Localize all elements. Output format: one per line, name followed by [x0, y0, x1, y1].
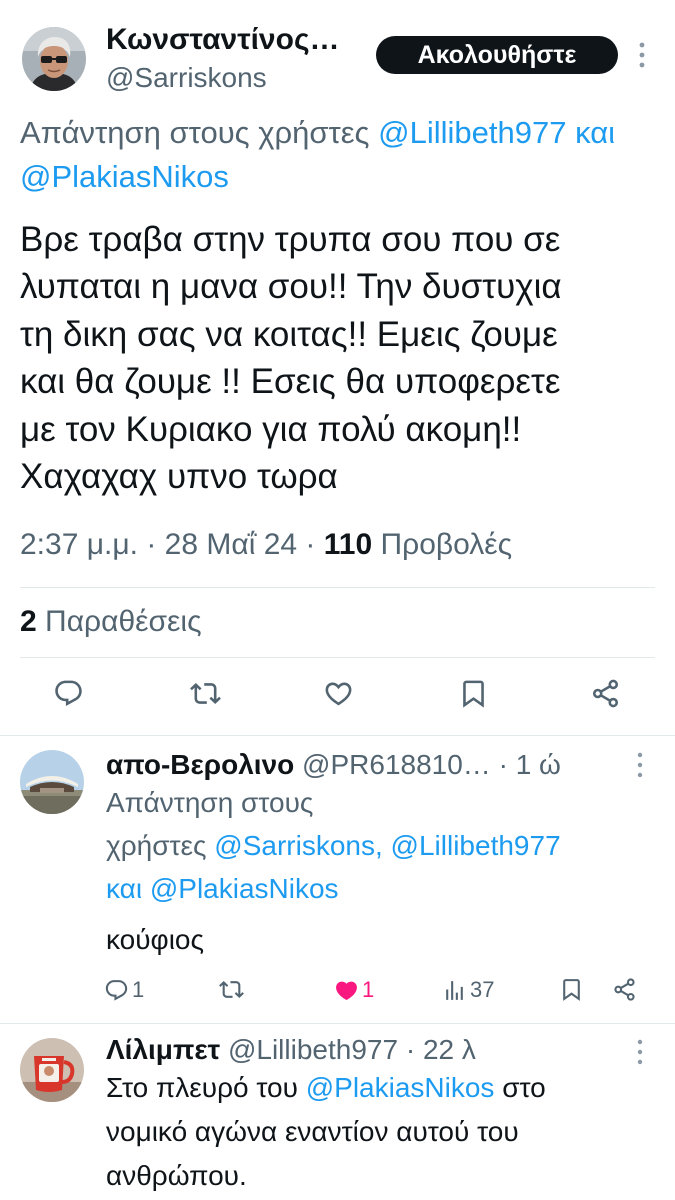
more-vertical-icon — [639, 42, 645, 68]
like-button[interactable]: 1 — [334, 977, 374, 1003]
divider — [20, 587, 655, 588]
reply-context: Απάντηση στους χρήστες @Lillibeth977 και… — [20, 111, 615, 199]
more-vertical-icon — [637, 752, 643, 778]
views-label: Προβολές — [380, 528, 513, 561]
follow-button[interactable]: Ακολουθήστε — [376, 36, 618, 74]
divider — [0, 1023, 675, 1024]
tweet-text: Βρε τραβα στην τρυπα σου που σε λυπαται … — [20, 216, 562, 500]
like-icon — [325, 682, 352, 706]
reply-text-segment: Στο πλευρό του — [106, 1072, 298, 1103]
mention-link[interactable]: @PlakiasNikos — [306, 1072, 495, 1103]
avatar-mug-icon — [20, 1038, 84, 1102]
bookmark-icon — [463, 680, 484, 708]
views-count: 110 — [323, 528, 373, 561]
mention-link[interactable]: @PlakiasNikos — [150, 873, 339, 904]
reply-author-handle[interactable]: @Lillibeth977 — [228, 1034, 398, 1065]
meta-separator: · — [146, 528, 157, 561]
header-separator: · — [498, 749, 508, 780]
more-options-button[interactable] — [632, 41, 652, 69]
reply-text: κούφιος — [106, 924, 204, 955]
share-icon — [614, 978, 635, 1001]
tweet-date[interactable]: 28 Μαΐ 24 — [165, 528, 297, 561]
reply-time[interactable]: 1 ώ — [516, 749, 561, 780]
reply-context-line: χρήστες @Sarriskons, @Lillibeth977 — [106, 824, 561, 867]
like-count: 1 — [362, 977, 375, 1002]
divider — [20, 657, 655, 658]
mention-link[interactable]: @PlakiasNikos — [20, 159, 229, 194]
reply-context-conjunction: και — [106, 873, 143, 904]
reply-text: Στο πλευρό του @PlakiasNikos στο νομικό … — [106, 1066, 546, 1198]
retweet-icon — [219, 981, 244, 998]
retweet-icon — [190, 683, 221, 704]
divider — [0, 735, 675, 736]
avatar-landscape-icon — [20, 750, 84, 814]
tweet-text-line: τη δικη σας να κοιτας!! Εμεις ζουμε — [20, 314, 558, 354]
author-avatar[interactable] — [22, 27, 86, 91]
reply-author-name[interactable]: απο-Βερολινο — [106, 749, 294, 780]
tweet-text-line: με τον Κυριακο για πολύ ακομη!! — [20, 409, 522, 449]
reply-avatar[interactable] — [20, 1038, 84, 1102]
reply-icon — [105, 979, 128, 1001]
reply-button[interactable]: 1 — [104, 977, 144, 1003]
views-button[interactable]: 37 — [442, 977, 494, 1003]
reply-header: Λίλιμπετ @Lillibeth977 · 22 λ — [106, 1030, 476, 1070]
reply-context-conjunction: και — [575, 115, 616, 150]
bookmark-button[interactable] — [559, 977, 584, 1002]
like-button[interactable] — [323, 678, 354, 709]
reply-context-prefix: Απάντηση στους χρήστες — [20, 115, 370, 150]
views-icon — [446, 980, 463, 1000]
meta-separator: · — [305, 528, 316, 561]
mention-comma: , — [374, 830, 383, 861]
share-button[interactable] — [612, 977, 637, 1002]
author-name[interactable]: Κωνσταντίνος… — [106, 20, 340, 60]
retweet-button[interactable] — [219, 977, 244, 1002]
reply-button[interactable] — [53, 678, 84, 709]
avatar-photo-icon — [22, 27, 86, 91]
bookmark-icon — [563, 979, 580, 1001]
mention-link[interactable]: @Sarriskons — [214, 830, 375, 861]
retweet-button[interactable] — [190, 678, 221, 709]
tweet-text-line: λυπαται η μανα σου!! Την δυστυχια — [20, 267, 562, 307]
reply-author-handle[interactable]: @PR618810… — [302, 749, 491, 780]
reply-text-segment: στο — [502, 1072, 546, 1103]
quotes-count: 2 — [20, 605, 37, 638]
more-vertical-icon — [637, 1039, 643, 1065]
share-button[interactable] — [590, 678, 621, 709]
reply-text-line: ανθρώπου. — [106, 1160, 247, 1191]
mention-link[interactable]: @Lillibeth977 — [378, 115, 566, 150]
header-separator: · — [405, 1034, 416, 1065]
more-options-button[interactable] — [630, 1038, 650, 1066]
reply-context-line: Απάντηση στους — [106, 787, 314, 818]
reply-count: 1 — [132, 977, 145, 1002]
tweet-text-line: Χαχαχαχ υπνο τωρα — [20, 457, 338, 497]
author-handle[interactable]: @Sarriskons — [106, 58, 267, 98]
reply-avatar[interactable] — [20, 750, 84, 814]
liked-heart-icon — [336, 981, 357, 1000]
tweet-text-line: Βρε τραβα στην τρυπα σου που σε — [20, 220, 561, 259]
mention-link[interactable]: @Lillibeth977 — [391, 830, 561, 861]
more-options-button[interactable] — [630, 751, 650, 779]
reply-time[interactable]: 22 λ — [423, 1034, 476, 1065]
tweet-time[interactable]: 2:37 μ.μ. — [20, 528, 138, 561]
reply-context-line: Απάντηση στους χρήστες @Lillibeth977 και — [20, 111, 615, 155]
reply-context-prefix: χρήστες — [106, 830, 207, 861]
tweet-text-line: και θα ζουμε !! Εσεις θα υποφερετε — [20, 362, 561, 402]
views-count: 37 — [470, 977, 495, 1002]
reply-context-line: και @PlakiasNikos — [106, 867, 561, 910]
reply-author-name[interactable]: Λίλιμπετ — [106, 1034, 220, 1065]
bookmark-button[interactable] — [458, 678, 489, 709]
reply-header: απο-Βερολινο @PR618810… · 1 ώ — [106, 745, 561, 785]
reply-text-line: Στο πλευρό του @PlakiasNikos στο — [106, 1066, 546, 1110]
quotes-link[interactable]: 2 Παραθέσεις — [20, 602, 202, 642]
reply-context: Απάντηση στους χρήστες @Sarriskons, @Lil… — [106, 781, 561, 910]
quotes-label: Παραθέσεις — [45, 605, 202, 638]
share-icon — [592, 679, 619, 708]
reply-icon — [55, 680, 82, 707]
reply-text-line: νομικό αγώνα εναντίον αυτού του — [106, 1116, 519, 1147]
tweet-meta: 2:37 μ.μ. · 28 Μαΐ 24 · 110 Προβολές — [20, 525, 512, 565]
reply-context-line: @PlakiasNikos — [20, 155, 615, 199]
